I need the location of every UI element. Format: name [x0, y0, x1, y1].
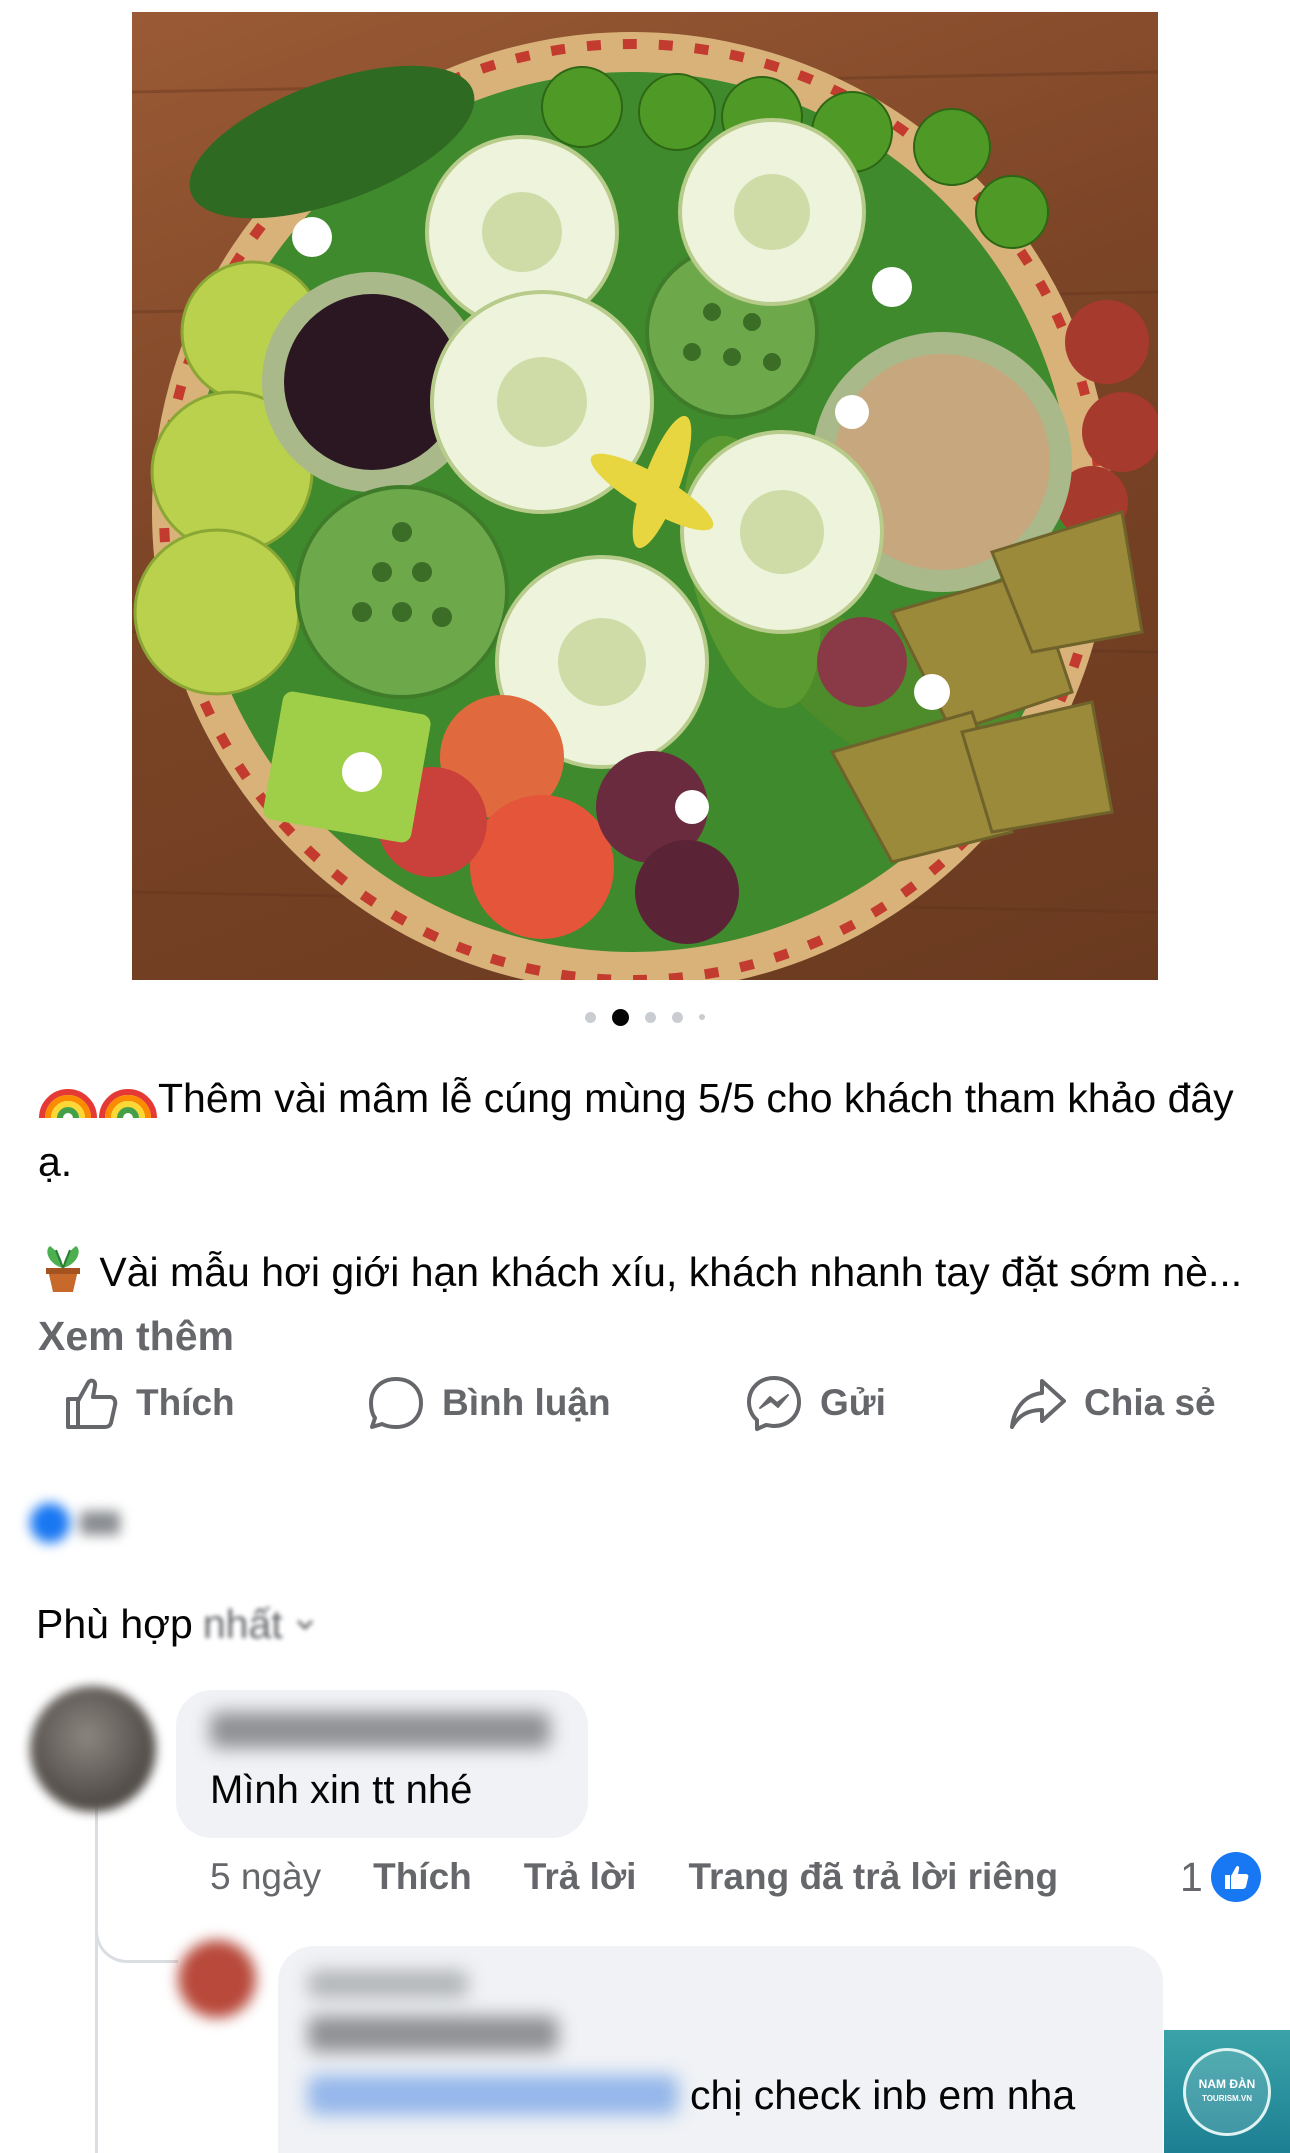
thread-line — [95, 1800, 98, 2153]
reply-text: chị check inb em nha — [690, 2072, 1076, 2118]
comment-bubble-icon — [369, 1377, 423, 1429]
like-reaction-icon — [30, 1503, 70, 1543]
send-label: Gửi — [820, 1382, 886, 1423]
reaction-count-blurred — [80, 1511, 120, 1535]
see-more-link[interactable]: Xem thêm — [38, 1313, 234, 1359]
carousel-dot[interactable] — [699, 1014, 705, 1020]
rainbow-icon — [98, 1074, 158, 1134]
share-arrow-icon — [1010, 1379, 1066, 1429]
chevron-down-icon — [296, 1619, 313, 1631]
comment-reaction-number: 1 — [1180, 1853, 1203, 1900]
comment-time[interactable]: 5 ngày — [210, 1856, 321, 1898]
thumbs-up-icon — [66, 1378, 118, 1429]
comment-reply-link[interactable]: Trả lời — [524, 1856, 637, 1898]
comment-sort-dropdown[interactable]: Phù hợp nhất — [36, 1596, 317, 1652]
like-badge-icon — [1210, 1852, 1261, 1902]
caption-line-1: Thêm vài mâm lễ cúng mùng 5/5 cho khách … — [38, 1075, 1234, 1185]
logo-line-1: NAM ĐÀN — [1198, 2077, 1256, 2091]
comment-like-link[interactable]: Thích — [373, 1856, 472, 1898]
logo-emblem: NAM ĐÀN TOURISM.VN — [1183, 2047, 1271, 2136]
post-action-bar: Thích Bình luận Gửi Chia sẻ — [0, 1368, 1290, 1438]
comment-button[interactable]: Bình luận — [366, 1368, 611, 1438]
sort-label-blurred: nhất — [202, 1600, 283, 1647]
potted-plant-icon — [38, 1242, 88, 1308]
like-button[interactable]: Thích — [60, 1368, 235, 1438]
comment-label: Bình luận — [442, 1382, 611, 1423]
comment-text: Mình xin tt nhé — [210, 1768, 473, 1812]
rainbow-icon — [38, 1074, 98, 1134]
share-label: Chia sẻ — [1084, 1382, 1216, 1423]
sort-label: Phù hợp — [36, 1600, 193, 1647]
reply-author-name-blurred[interactable] — [308, 2016, 558, 2052]
like-label: Thích — [136, 1382, 235, 1423]
carousel-indicator[interactable] — [0, 1005, 1290, 1029]
nam-dan-tourism-logo: NAM ĐÀN TOURISM.VN — [1164, 2030, 1290, 2153]
comment-reaction-count[interactable]: 1 — [1180, 1848, 1261, 1906]
thread-connector — [95, 1900, 178, 1963]
page-replied-privately[interactable]: Trang đã trả lời riêng — [688, 1856, 1058, 1898]
caption-line-2: Vài mẫu hơi giới hạn khách xíu, khách nh… — [99, 1249, 1243, 1295]
comment-meta: 5 ngày Thích Trả lời Trang đã trả lời ri… — [210, 1848, 1110, 1906]
avatar[interactable] — [178, 1940, 256, 2018]
offering-tray-illustration — [132, 32, 1158, 980]
messenger-icon — [747, 1376, 801, 1431]
reaction-summary[interactable] — [30, 1500, 140, 1546]
commenter-name-blurred[interactable] — [210, 1712, 550, 1748]
carousel-dot-active[interactable] — [612, 1008, 629, 1026]
carousel-dot[interactable] — [672, 1011, 683, 1023]
reply-mention-blurred[interactable] — [308, 2075, 678, 2115]
post-photo[interactable] — [132, 12, 1158, 980]
reply-author-badge-blurred — [308, 1970, 468, 1998]
post-caption: Thêm vài mâm lễ cúng mùng 5/5 cho khách … — [38, 1070, 1258, 1364]
carousel-dot[interactable] — [645, 1011, 656, 1023]
avatar[interactable] — [30, 1686, 156, 1812]
send-button[interactable]: Gửi — [744, 1368, 886, 1438]
logo-line-2: TOURISM.VN — [1201, 2094, 1253, 2103]
share-button[interactable]: Chia sẻ — [1008, 1368, 1216, 1438]
carousel-dot[interactable] — [585, 1011, 596, 1023]
